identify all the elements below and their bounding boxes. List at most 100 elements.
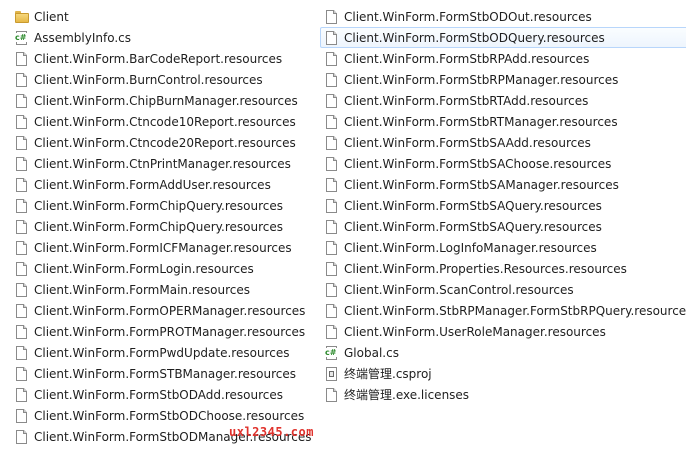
file-item[interactable]: Client.WinForm.FormOPERManager.resources [10,300,315,321]
file-item[interactable]: Client.WinForm.FormChipQuery.resources [10,216,315,237]
file-name: Client.WinForm.FormStbSAChoose.resources [344,156,612,171]
file-item[interactable]: Client.WinForm.Properties.Resources.reso… [320,258,686,279]
watermark: uxl2345.com [229,425,314,439]
file-item[interactable]: Client.WinForm.FormStbRTAdd.resources [320,90,686,111]
file-list-column-right: Client.WinForm.FormStbODOut.resources Cli… [320,6,686,405]
document-icon [324,219,340,235]
file-name: Client.WinForm.FormMain.resources [34,282,250,297]
file-name: Client.WinForm.ScanControl.resources [344,282,574,297]
file-item[interactable]: Client.WinForm.FormICFManager.resources [10,237,315,258]
file-item[interactable]: Client.WinForm.ChipBurnManager.resources [10,90,315,111]
folder-icon [14,9,30,25]
file-item[interactable]: AssemblyInfo.cs [10,27,315,48]
file-name: Client [34,9,69,24]
file-item[interactable]: Client.WinForm.FormMain.resources [10,279,315,300]
file-item[interactable]: Client.WinForm.LogInfoManager.resources [320,237,686,258]
file-name: Client.WinForm.Ctncode20Report.resources [34,135,296,150]
file-item[interactable]: Client.WinForm.FormStbSAQuery.resources [320,195,686,216]
document-icon [14,93,30,109]
document-icon [324,93,340,109]
file-list-column-left: Client AssemblyInfo.cs Client.WinForm.BarC… [10,6,315,447]
document-icon [14,387,30,403]
document-icon [324,282,340,298]
file-item[interactable]: 终端管理.csproj [320,363,686,384]
file-name: 终端管理.csproj [344,366,432,381]
file-name: Client.WinForm.FormOPERManager.resources [34,303,306,318]
document-icon [324,198,340,214]
file-item[interactable]: Client.WinForm.Ctncode10Report.resources [10,111,315,132]
file-name: Client.WinForm.CtnPrintManager.resources [34,156,291,171]
document-icon [14,240,30,256]
file-item[interactable]: Client.WinForm.FormChipQuery.resources [10,195,315,216]
file-item[interactable]: Client.WinForm.FormStbRPAdd.resources [320,48,686,69]
document-icon [324,177,340,193]
file-item[interactable]: Client.WinForm.FormPROTManager.resources [10,321,315,342]
document-icon [14,429,30,445]
file-name: Client.WinForm.FormSTBManager.resources [34,366,297,381]
file-name: Client.WinForm.BarCodeReport.resources [34,51,283,66]
file-name: 终端管理.exe.licenses [344,387,470,402]
file-item[interactable]: Client.WinForm.FormSTBManager.resources [10,363,315,384]
file-item[interactable]: Client.WinForm.FormStbSAQuery.resources [320,216,686,237]
document-icon [14,366,30,382]
file-item[interactable]: Client.WinForm.FormStbRPManager.resource… [320,69,686,90]
file-name: Client.WinForm.ChipBurnManager.resources [34,93,298,108]
file-list-pane: Client AssemblyInfo.cs Client.WinForm.BarC… [0,0,686,455]
file-name: Client.WinForm.LogInfoManager.resources [344,240,597,255]
document-icon [14,219,30,235]
file-name: Client.WinForm.FormAddUser.resources [34,177,271,192]
document-icon [324,387,340,403]
file-item[interactable]: Client.WinForm.BarCodeReport.resources [10,48,315,69]
file-name: Client.WinForm.FormPROTManager.resources [34,324,306,339]
document-icon [324,156,340,172]
document-icon [14,324,30,340]
file-name: Client.WinForm.FormStbODOut.resources [344,9,592,24]
document-icon [14,261,30,277]
file-name: Client.WinForm.FormStbRTAdd.resources [344,93,589,108]
file-item[interactable]: Client.WinForm.FormStbODQuery.resources [320,27,686,48]
file-item[interactable]: Client.WinForm.FormStbSAChoose.resources [320,153,686,174]
file-item[interactable]: Client.WinForm.CtnPrintManager.resources [10,153,315,174]
document-icon [324,51,340,67]
file-name: Client.WinForm.FormStbSAAdd.resources [344,135,591,150]
file-name: Client.WinForm.FormStbSAQuery.resources [344,219,602,234]
document-icon [14,135,30,151]
file-item[interactable]: Client [10,6,315,27]
file-name: Client.WinForm.FormStbRPManager.resource… [344,72,619,87]
document-icon [14,303,30,319]
document-icon [324,72,340,88]
file-item[interactable]: Client.WinForm.FormStbRTManager.resource… [320,111,686,132]
file-item[interactable]: 终端管理.exe.licenses [320,384,686,405]
csharp-file-icon [324,345,340,361]
file-item[interactable]: Client.WinForm.Ctncode20Report.resources [10,132,315,153]
file-item[interactable]: Client.WinForm.FormPwdUpdate.resources [10,342,315,363]
file-name: Client.WinForm.StbRPManager.FormStbRPQue… [344,303,686,318]
document-icon [324,30,340,46]
document-icon [14,198,30,214]
document-icon [324,9,340,25]
document-icon [14,156,30,172]
file-name: Client.WinForm.BurnControl.resources [34,72,263,87]
file-item[interactable]: Client.WinForm.UserRoleManager.resources [320,321,686,342]
file-item[interactable]: Client.WinForm.ScanControl.resources [320,279,686,300]
csharp-file-icon [14,30,30,46]
file-item[interactable]: Client.WinForm.FormAddUser.resources [10,174,315,195]
file-item[interactable]: Global.cs [320,342,686,363]
file-name: Client.WinForm.FormLogin.resources [34,261,254,276]
document-icon [14,345,30,361]
document-icon [14,282,30,298]
file-name: Client.WinForm.FormStbRPAdd.resources [344,51,590,66]
file-item[interactable]: Client.WinForm.StbRPManager.FormStbRPQue… [320,300,686,321]
file-item[interactable]: Client.WinForm.FormStbODChoose.resources [10,405,315,426]
file-item[interactable]: Client.WinForm.BurnControl.resources [10,69,315,90]
project-file-icon [324,366,340,382]
file-name: Client.WinForm.FormStbODQuery.resources [344,30,605,45]
file-item[interactable]: Client.WinForm.FormStbSAManager.resource… [320,174,686,195]
file-item[interactable]: Client.WinForm.FormStbSAAdd.resources [320,132,686,153]
document-icon [324,135,340,151]
file-item[interactable]: Client.WinForm.FormLogin.resources [10,258,315,279]
file-item[interactable]: Client.WinForm.FormStbODOut.resources [320,6,686,27]
file-name: Client.WinForm.FormICFManager.resources [34,240,292,255]
document-icon [324,303,340,319]
file-item[interactable]: Client.WinForm.FormStbODAdd.resources [10,384,315,405]
